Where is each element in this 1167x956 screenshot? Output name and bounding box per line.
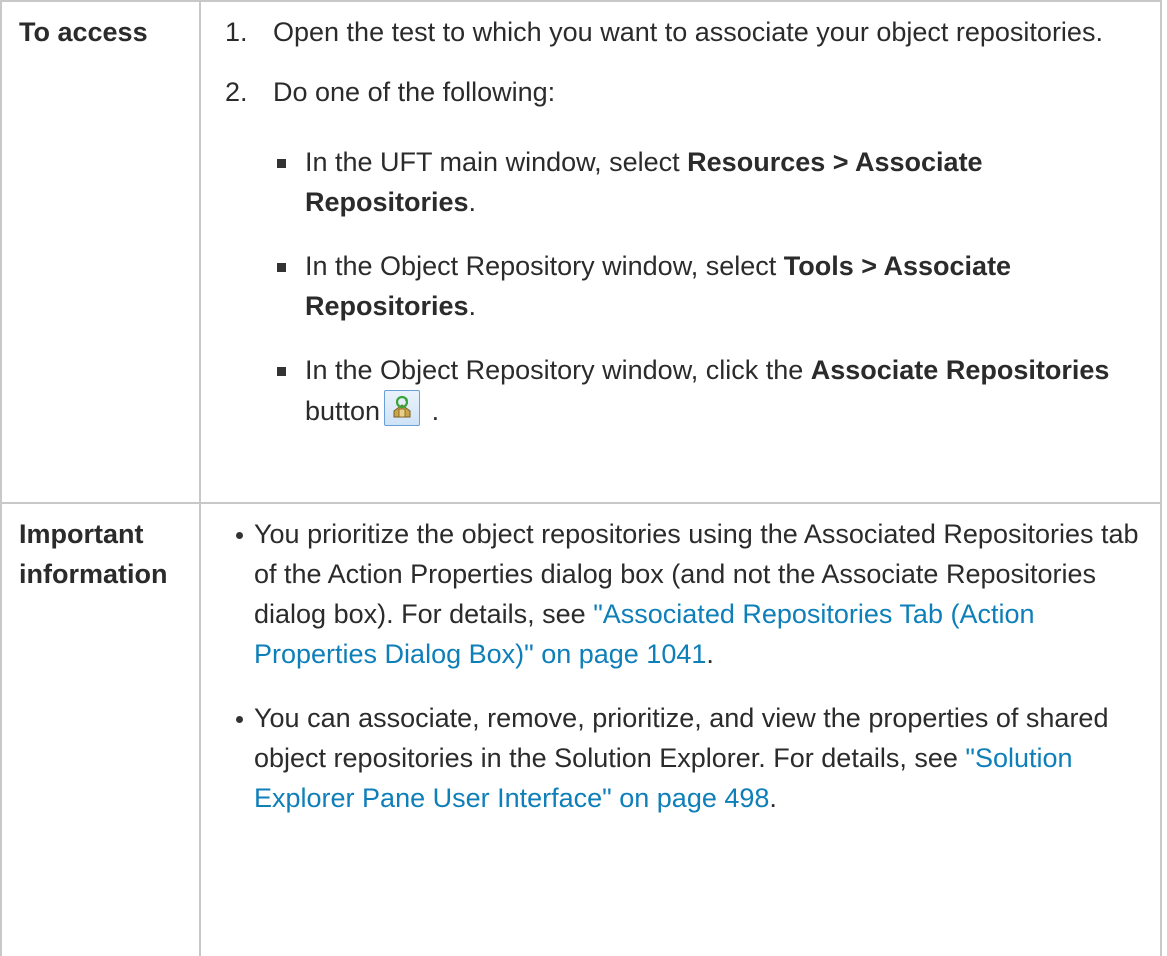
step-text: Open the test to which you want to assoc… (273, 17, 1103, 47)
square-bullet-icon (277, 367, 286, 376)
option-item: In the Object Repository window, click t… (201, 350, 1160, 431)
option-item: In the UFT main window, select Resources… (201, 142, 1160, 222)
access-options: In the UFT main window, select Resources… (201, 142, 1160, 431)
important-content: You prioritize the object repositories u… (199, 502, 1162, 956)
step-item: 1. Open the test to which you want to as… (201, 12, 1160, 52)
access-steps: 1. Open the test to which you want to as… (201, 12, 1160, 112)
access-row: To access 1. Open the test to which you … (0, 0, 1162, 504)
bullet-item: You prioritize the object repositories u… (201, 514, 1160, 674)
important-label: Important information (0, 502, 201, 956)
dot-bullet-icon (236, 532, 243, 539)
square-bullet-icon (277, 159, 286, 168)
access-label: To access (0, 0, 201, 504)
square-bullet-icon (277, 263, 286, 272)
access-content: 1. Open the test to which you want to as… (199, 0, 1162, 504)
step-item: 2. Do one of the following: (201, 72, 1160, 112)
associate-repositories-icon (384, 390, 421, 426)
info-table: To access 1. Open the test to which you … (0, 0, 1162, 956)
important-bullets: You prioritize the object repositories u… (201, 514, 1160, 818)
option-item: In the Object Repository window, select … (201, 246, 1160, 326)
important-row: Important information You prioritize the… (0, 502, 1162, 956)
button-name: Associate Repositories (810, 355, 1110, 385)
step-number: 2. (225, 77, 248, 107)
dot-bullet-icon (236, 716, 243, 723)
step-number: 1. (225, 17, 248, 47)
bullet-item: You can associate, remove, prioritize, a… (201, 698, 1160, 818)
step-text: Do one of the following: (273, 77, 556, 107)
